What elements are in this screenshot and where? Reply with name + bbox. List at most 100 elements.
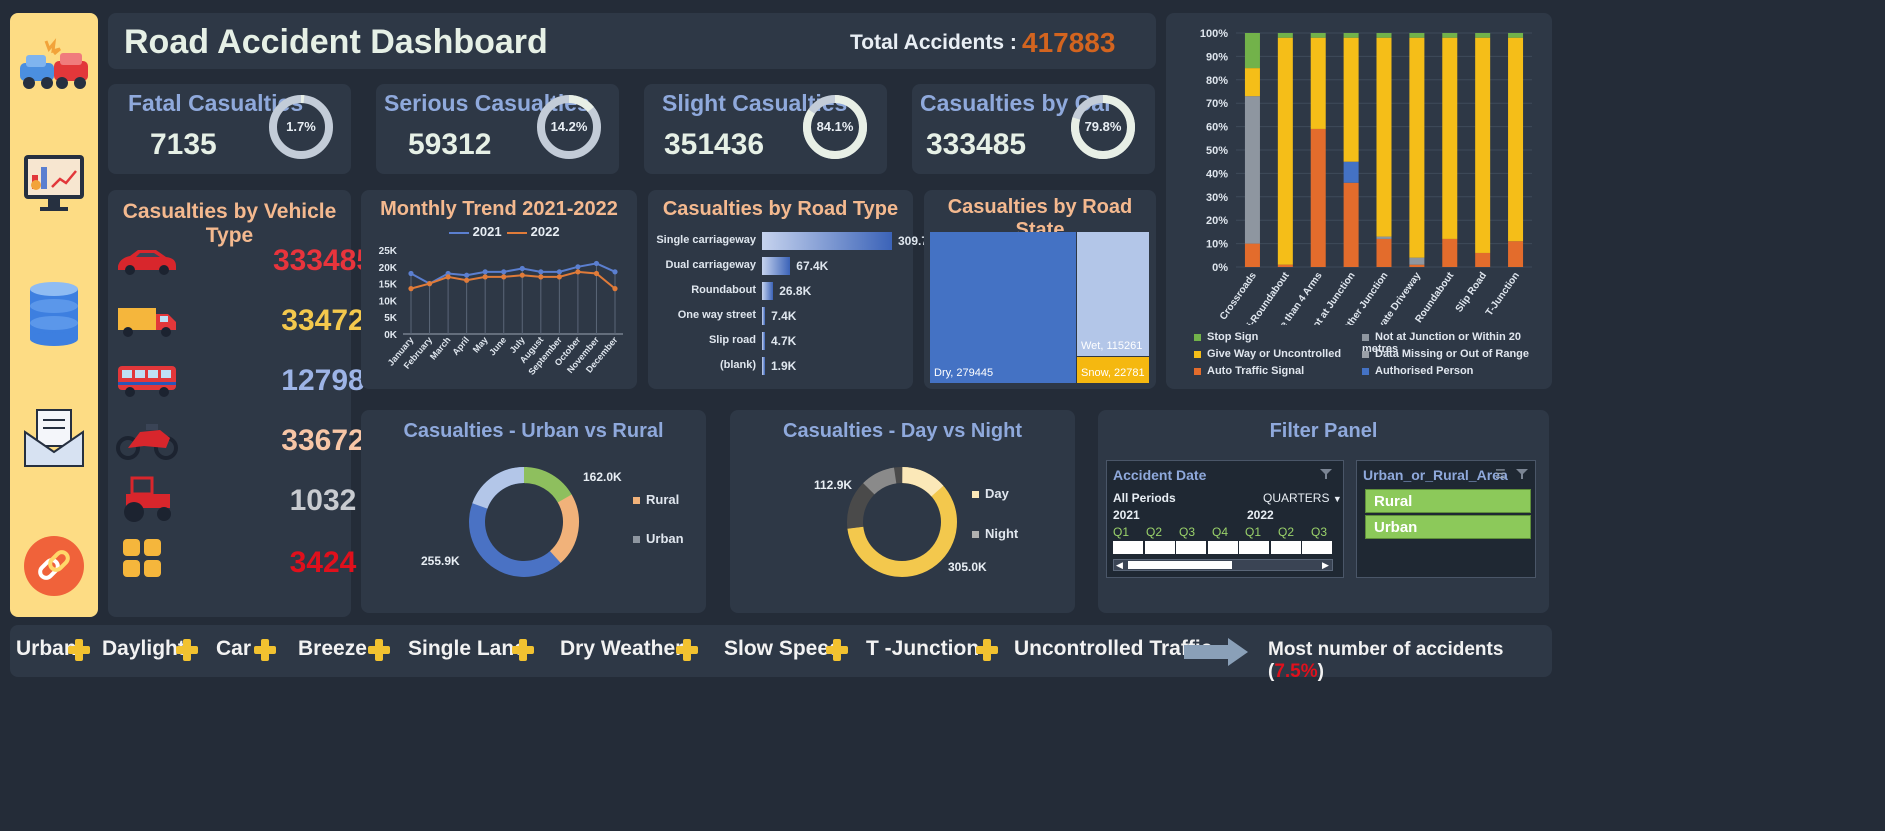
stacked-segment — [1442, 37, 1458, 239]
date-slicer[interactable]: Accident Date All Periods QUARTERS ▼ 202… — [1106, 460, 1344, 578]
quarter-cell[interactable] — [1144, 541, 1175, 554]
scroll-right-icon[interactable]: ▶ — [1322, 560, 1329, 571]
stacked-segment — [1376, 33, 1392, 38]
slicer-item-urban[interactable]: Urban — [1365, 515, 1531, 539]
quarter-label: Q2 — [1278, 525, 1295, 539]
quarter-cell[interactable] — [1176, 541, 1206, 554]
stacked-segment — [1409, 37, 1425, 258]
bar-data-label: 67.4K — [796, 259, 829, 273]
stacked-segment — [1310, 37, 1326, 129]
x-tick-label: March — [428, 335, 453, 362]
legend-label: 2022 — [530, 224, 560, 239]
kpi-ring: 1.7% — [268, 94, 334, 160]
road-type-chart: Single carriageway 309.7K Dual carriageway… — [648, 228, 937, 388]
factor-single-lane: Single Lane — [408, 637, 526, 660]
data-point — [519, 265, 525, 272]
stacked-segment — [1508, 241, 1524, 267]
urban-rural-donut — [469, 467, 579, 577]
clear-filter-icon[interactable] — [1319, 467, 1333, 481]
quarter-cell[interactable] — [1207, 541, 1238, 554]
crash-icon[interactable] — [16, 35, 92, 95]
area-slicer-title: Urban_or_Rural_Area — [1363, 467, 1508, 483]
bar-data-label: 4.7K — [771, 334, 797, 348]
x-tick-label: June — [487, 335, 508, 358]
y-tick-label: 50% — [1206, 145, 1228, 157]
chart-title: Monthly Trend 2021-2022 — [380, 198, 618, 220]
y-tick-label: 25K — [379, 246, 398, 257]
stacked-segment — [1475, 33, 1491, 38]
others-icon — [122, 538, 162, 578]
bar-category-label: Single carriageway — [656, 234, 756, 246]
treemap-label: Dry, 279445 — [934, 367, 994, 379]
quarter-cell[interactable] — [1302, 541, 1332, 554]
kpi-ring: 84.1% — [802, 94, 868, 160]
multi-select-icon[interactable]: ☰ — [1495, 467, 1506, 481]
y-tick-label: 20K — [379, 263, 398, 274]
bar-data-label: 1.9K — [771, 359, 797, 373]
junction-stacked-chart: 0%10%20%30%40%50%60%70%80%90%100%Crossro… — [1200, 28, 1532, 325]
database-icon[interactable] — [28, 281, 80, 347]
total-accidents-label: Total Accidents : — [850, 31, 1017, 54]
stacked-segment — [1343, 161, 1359, 183]
stacked-segment — [1409, 33, 1425, 38]
conclusion-pct: 7.5% — [1274, 661, 1318, 682]
data-point — [538, 274, 544, 280]
treemap-label: Wet, 115261 — [1081, 340, 1143, 352]
day-night-donut — [847, 467, 957, 577]
treemap-dry: Dry, 279445 — [930, 232, 1076, 383]
scroll-thumb[interactable] — [1128, 561, 1232, 569]
factor-t-junction: T -Junction — [866, 637, 980, 660]
data-point — [464, 277, 470, 283]
road-state-panel: Casualties by Road State Dry, 279445 Wet… — [924, 190, 1156, 389]
link-icon[interactable] — [23, 535, 85, 597]
timeline-scrollbar[interactable]: ◀ ▶ — [1113, 559, 1333, 571]
plus-icon — [976, 639, 998, 661]
scroll-left-icon[interactable]: ◀ — [1116, 560, 1123, 571]
quarters-dropdown[interactable]: QUARTERS ▼ — [1263, 491, 1342, 505]
data-label-day: 305.0K — [948, 560, 987, 574]
data-label-night: 112.9K — [814, 478, 853, 492]
data-point — [556, 269, 562, 275]
mail-icon[interactable] — [23, 408, 85, 468]
kpi-value: 7135 — [150, 128, 217, 161]
data-point — [519, 272, 525, 278]
plus-icon — [826, 639, 848, 661]
data-label-rural: 162.0K — [583, 470, 622, 484]
data-point — [612, 269, 618, 275]
stacked-segment — [1244, 243, 1260, 267]
monthly-trend-panel: Monthly Trend 2021-2022 2021 2022 0K 5K 10… — [361, 190, 637, 389]
quarter-label: Q1 — [1113, 525, 1130, 539]
kpi-pct: 84.1% — [816, 119, 854, 134]
stacked-segment — [1310, 33, 1326, 38]
stacked-segment — [1343, 182, 1359, 267]
y-tick-label: 0K — [384, 330, 398, 341]
plus-icon — [254, 639, 276, 661]
year-label: 2021 — [1113, 508, 1140, 522]
legend-night: Night — [972, 526, 1018, 541]
quarter-cell[interactable] — [1113, 541, 1143, 554]
clear-filter-icon[interactable] — [1515, 467, 1529, 481]
kpi-ring: 14.2% — [536, 94, 602, 160]
data-point — [593, 270, 600, 277]
analytics-monitor-icon[interactable] — [22, 153, 86, 215]
stacked-segment — [1244, 33, 1260, 69]
data-point — [464, 272, 470, 278]
year-label: 2022 — [1247, 508, 1274, 522]
bar-category-label: (blank) — [719, 359, 756, 371]
bar-category-label: Roundabout — [691, 284, 756, 296]
y-tick-label: 40% — [1206, 168, 1228, 180]
quarter-cell[interactable] — [1239, 541, 1269, 554]
data-point — [408, 270, 414, 277]
quarter-cell[interactable] — [1270, 541, 1301, 554]
data-point — [445, 274, 451, 280]
stacked-segment — [1310, 128, 1326, 267]
data-point — [408, 286, 414, 292]
x-tick-label: Slip Road — [1454, 270, 1489, 314]
kpi-card-car: Casualties by Car 333485 79.8% — [912, 84, 1155, 174]
bar — [762, 332, 765, 350]
area-slicer[interactable]: Urban_or_Rural_Area ☰ Rural Urban — [1356, 460, 1536, 578]
y-tick-label: 60% — [1206, 122, 1228, 134]
slicer-item-rural[interactable]: Rural — [1365, 489, 1531, 513]
vehicle-type-panel: Casualties by Vehicle Type 333485 33472 … — [108, 190, 373, 617]
factor-dry-weather: Dry Weather — [560, 637, 684, 660]
